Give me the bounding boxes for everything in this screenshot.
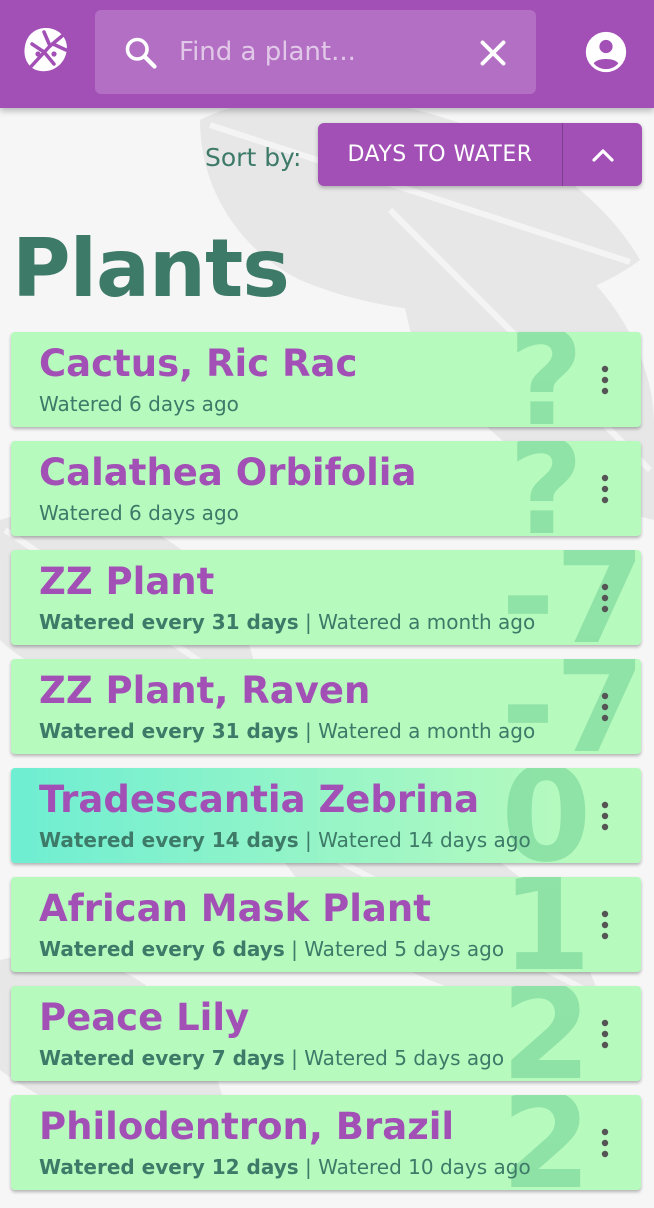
- last-watered: Watered 14 days ago: [318, 828, 531, 852]
- separator: |: [298, 610, 319, 634]
- monstera-leaf-icon: [24, 28, 68, 74]
- separator: |: [298, 828, 319, 852]
- water-schedule: Watered every 31 days: [39, 610, 299, 634]
- plant-water-info: Watered every 14 days | Watered 14 days …: [39, 828, 531, 852]
- separator: |: [298, 1155, 319, 1179]
- plant-name: Tradescantia Zebrina: [39, 778, 480, 821]
- sort-field-button[interactable]: DAYS TO WATER: [318, 123, 563, 186]
- plant-card[interactable]: 2 Philodentron, Brazil Watered every 12 …: [11, 1095, 641, 1190]
- plant-name: Calathea Orbifolia: [39, 451, 417, 494]
- days-until-water: ?: [508, 441, 584, 536]
- water-schedule: Watered every 7 days: [39, 1046, 285, 1070]
- plant-card[interactable]: 0 Tradescantia Zebrina Watered every 14 …: [11, 768, 641, 863]
- more-vert-icon[interactable]: [589, 471, 621, 507]
- more-vert-icon[interactable]: [589, 1016, 621, 1052]
- app-bar: [0, 0, 654, 108]
- plant-water-info: Watered every 6 days | Watered 5 days ag…: [39, 937, 504, 961]
- water-schedule: Watered every 31 days: [39, 719, 299, 743]
- separator: |: [284, 937, 305, 961]
- more-vert-icon[interactable]: [589, 907, 621, 943]
- last-watered: Watered 10 days ago: [318, 1155, 531, 1179]
- more-vert-icon[interactable]: [589, 689, 621, 725]
- plant-card[interactable]: ? Calathea Orbifolia Watered 6 days ago: [11, 441, 641, 536]
- last-watered: Watered 6 days ago: [39, 392, 239, 416]
- plant-water-info: Watered 6 days ago: [39, 392, 239, 416]
- plant-card[interactable]: 2 Peace Lily Watered every 7 days | Wate…: [11, 986, 641, 1081]
- plant-water-info: Watered every 31 days | Watered a month …: [39, 610, 535, 634]
- account-circle-icon[interactable]: [584, 30, 628, 74]
- plant-card[interactable]: -7 ZZ Plant Watered every 31 days | Wate…: [11, 550, 641, 645]
- more-vert-icon[interactable]: [589, 798, 621, 834]
- sort-control: DAYS TO WATER: [318, 123, 642, 186]
- plant-name: ZZ Plant, Raven: [39, 669, 371, 712]
- last-watered: Watered 5 days ago: [304, 937, 505, 961]
- plant-name: Peace Lily: [39, 996, 250, 1039]
- plant-card[interactable]: 1 African Mask Plant Watered every 6 day…: [11, 877, 641, 972]
- sort-label: Sort by:: [205, 143, 302, 172]
- plant-card[interactable]: -7 ZZ Plant, Raven Watered every 31 days…: [11, 659, 641, 754]
- plant-water-info: Watered every 31 days | Watered a month …: [39, 719, 535, 743]
- plant-water-info: Watered every 12 days | Watered 10 days …: [39, 1155, 531, 1179]
- water-schedule: Watered every 12 days: [39, 1155, 299, 1179]
- plant-name: Philodentron, Brazil: [39, 1105, 455, 1148]
- more-vert-icon[interactable]: [589, 580, 621, 616]
- water-schedule: Watered every 6 days: [39, 937, 285, 961]
- plant-name: African Mask Plant: [39, 887, 431, 930]
- separator: |: [298, 719, 319, 743]
- more-vert-icon[interactable]: [589, 1125, 621, 1161]
- plant-card[interactable]: ? Cactus, Ric Rac Watered 6 days ago: [11, 332, 641, 427]
- plant-water-info: Watered 6 days ago: [39, 501, 239, 525]
- search-bar: [95, 10, 536, 94]
- close-icon[interactable]: [475, 35, 511, 71]
- last-watered: Watered 5 days ago: [304, 1046, 505, 1070]
- sort-direction-button[interactable]: [563, 123, 642, 186]
- plant-name: Cactus, Ric Rac: [39, 342, 358, 385]
- days-until-water: 2: [501, 986, 592, 1081]
- chevron-up-icon: [591, 148, 614, 162]
- water-schedule: Watered every 14 days: [39, 828, 299, 852]
- plant-list: ? Cactus, Ric Rac Watered 6 days ago ? C…: [11, 332, 641, 1204]
- plant-water-info: Watered every 7 days | Watered 5 days ag…: [39, 1046, 504, 1070]
- more-vert-icon[interactable]: [589, 362, 621, 398]
- plant-name: ZZ Plant: [39, 560, 215, 603]
- days-until-water: 1: [501, 877, 592, 972]
- last-watered: Watered 6 days ago: [39, 501, 239, 525]
- last-watered: Watered a month ago: [318, 610, 536, 634]
- separator: |: [284, 1046, 305, 1070]
- page-title: Plants: [12, 222, 290, 315]
- days-until-water: ?: [508, 332, 584, 427]
- search-input[interactable]: [179, 28, 469, 76]
- last-watered: Watered a month ago: [318, 719, 536, 743]
- search-icon: [125, 37, 157, 69]
- logo-button[interactable]: [20, 24, 72, 76]
